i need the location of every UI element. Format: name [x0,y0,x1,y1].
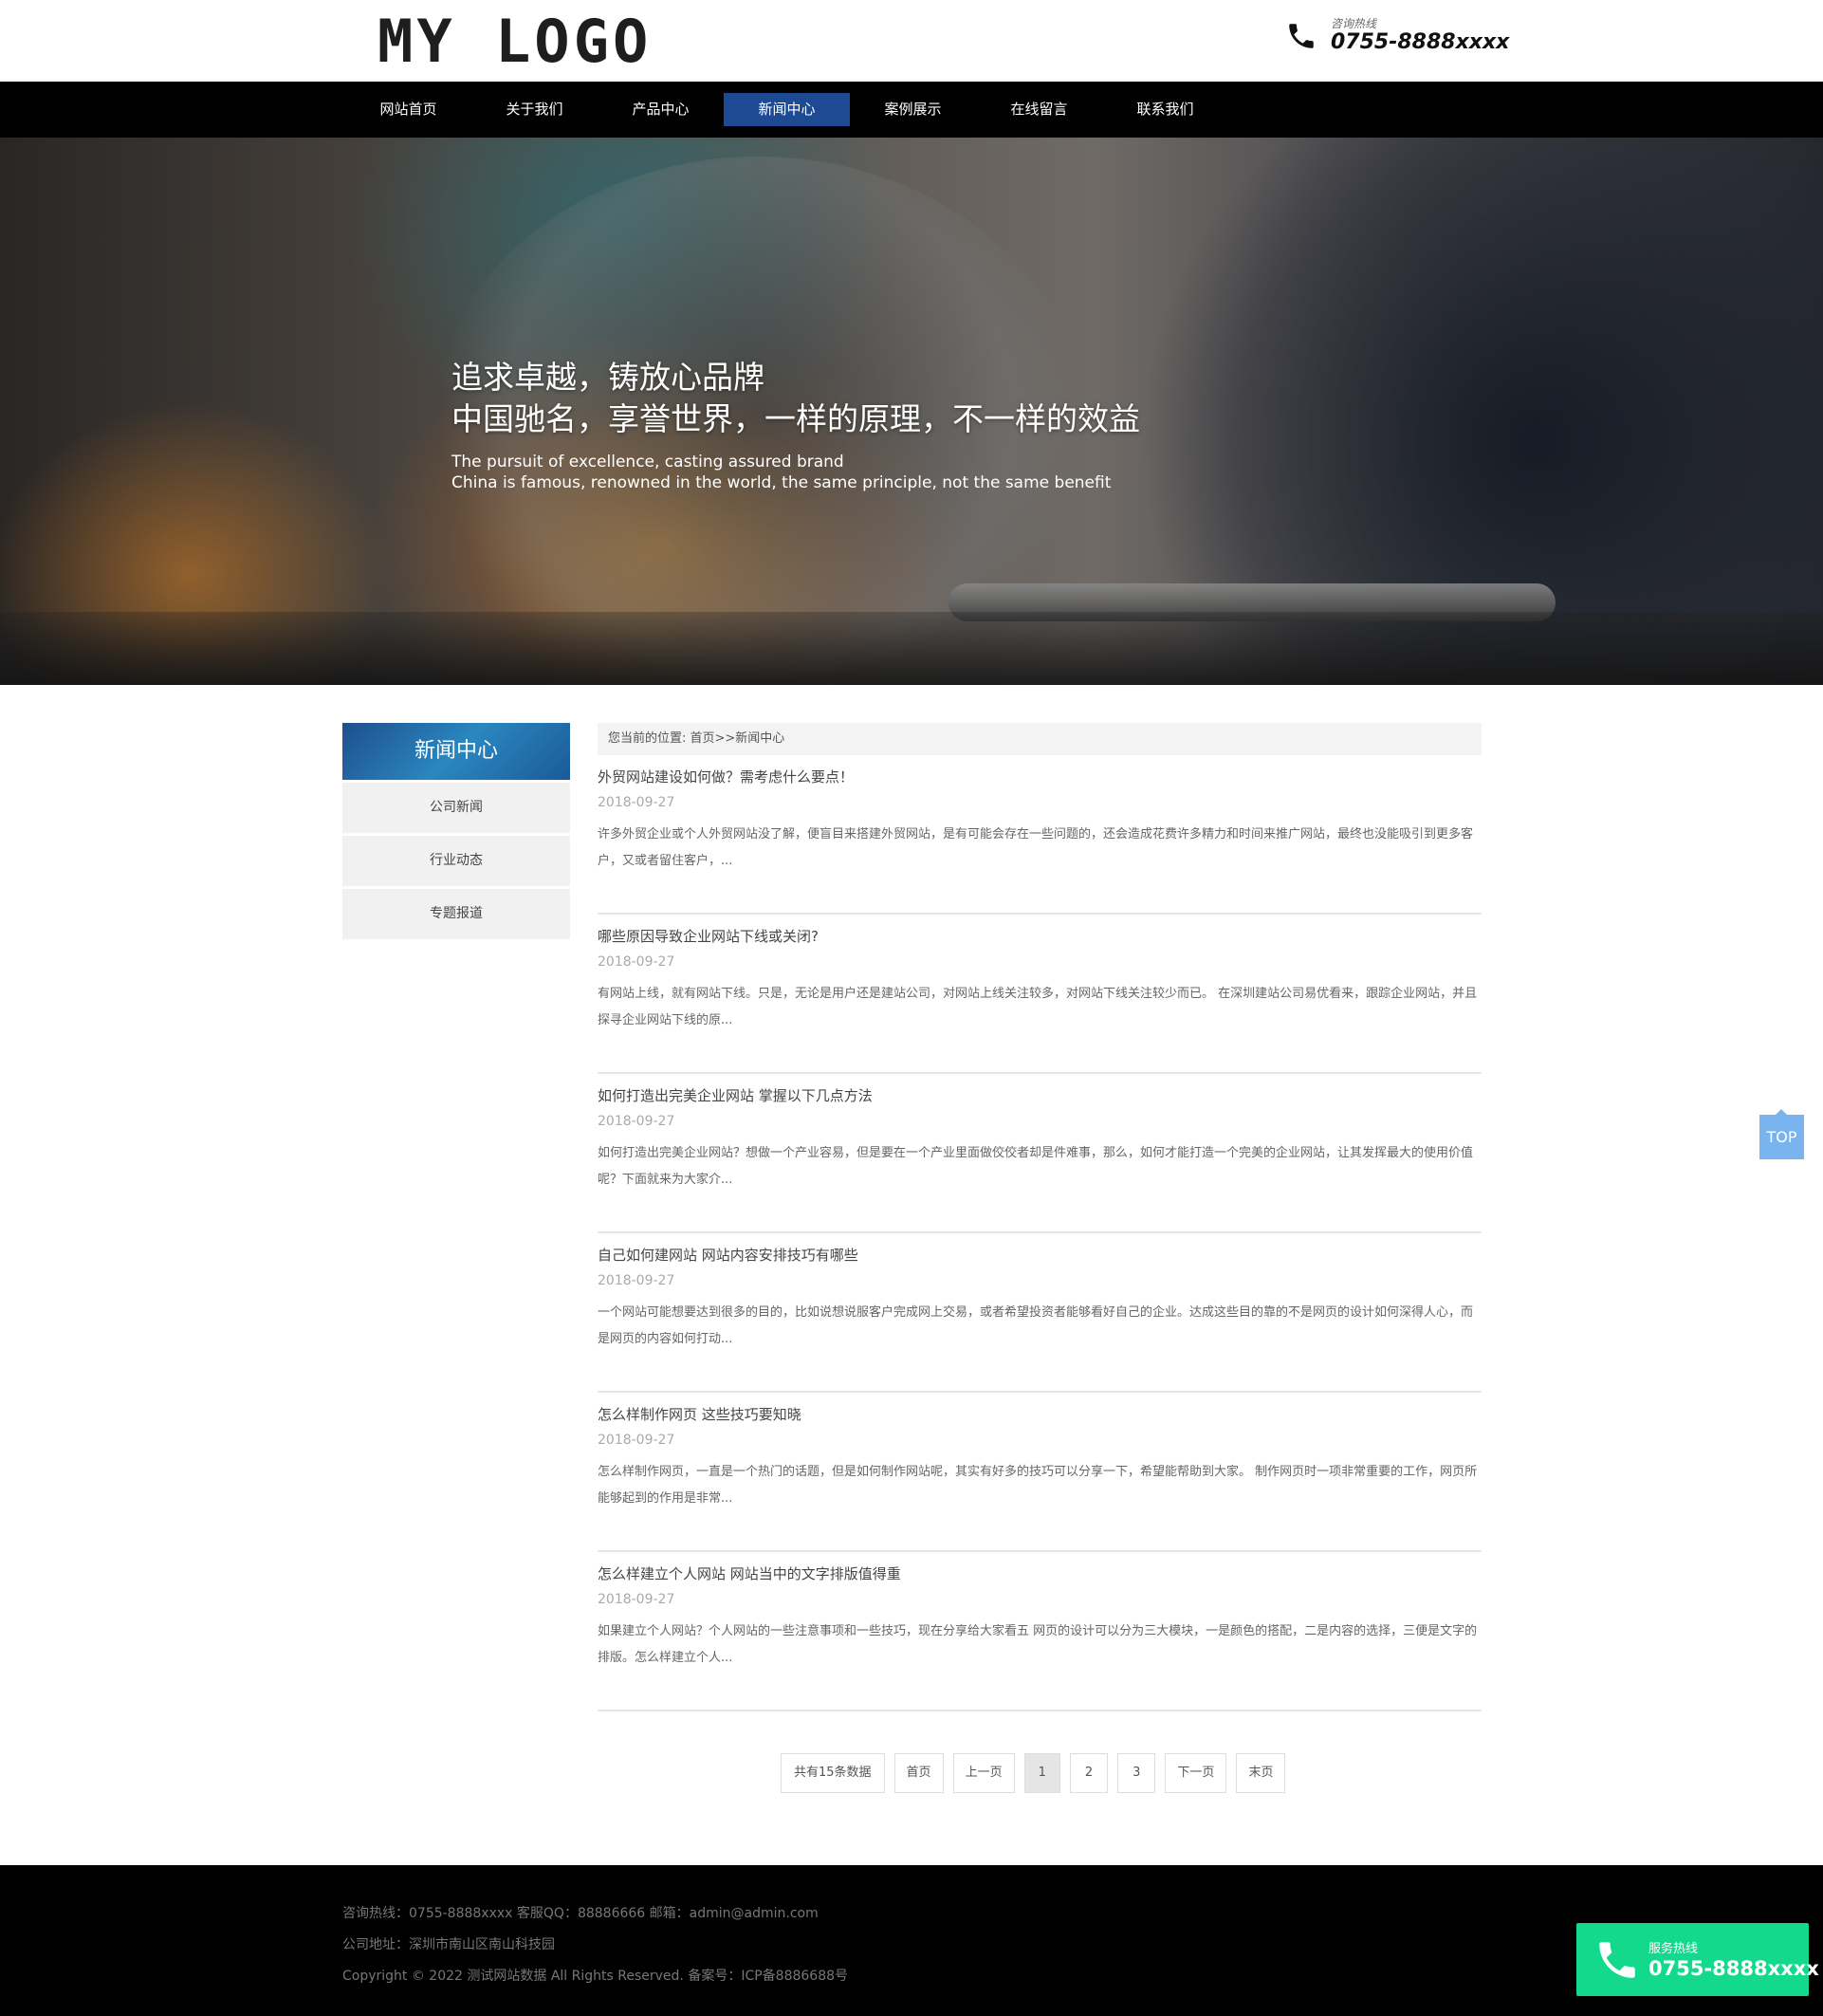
nav-item-home[interactable]: 网站首页 [345,93,471,126]
news-desc: 一个网站可能想要达到很多的目的，比如说想说服客户完成网上交易，或者希望投资者能够… [598,1305,1474,1346]
news-date: 2018-09-27 [598,1592,675,1607]
hero-banner: 追求卓越，铸放心品牌 中国驰名，享誉世界，一样的原理，不一样的效益 The pu… [0,138,1823,685]
sidebar-item-industry[interactable]: 行业动态 [342,836,570,886]
pager-page-3[interactable]: 3 [1117,1753,1156,1793]
news-item: 外贸网站建设如何做？需考虑什么要点！ 2018-09-27 许多外贸企业或个人外… [598,755,1482,915]
nav-item-news[interactable]: 新闻中心 [724,93,850,126]
news-title[interactable]: 哪些原因导致企业网站下线或关闭? [598,926,819,946]
news-desc: 如何打造出完美企业网站？想做一个产业容易，但是要在一个产业里面做佼佼者却是件难事… [598,1146,1474,1187]
news-item: 哪些原因导致企业网站下线或关闭? 2018-09-27 有网站上线，就有网站下线… [598,915,1482,1074]
phone-icon [1599,1942,1635,1978]
pager-next-button[interactable]: 下一页 [1165,1753,1227,1793]
footer-contact-line: 咨询热线：0755-8888xxxx 客服QQ：88886666 邮箱：admi… [342,1906,819,1921]
pagination: 共有15条数据 首页 上一页 1 2 3 下一页 末页 [781,1753,1295,1793]
news-date: 2018-09-27 [598,954,675,970]
pager-prev-button[interactable]: 上一页 [952,1753,1015,1793]
pager-page-1[interactable]: 1 [1023,1753,1060,1793]
footer: 咨询热线：0755-8888xxxx 客服QQ：88886666 邮箱：admi… [0,1865,1823,2016]
pager-last-button[interactable]: 末页 [1236,1753,1286,1793]
main-nav: 网站首页 关于我们 产品中心 新闻中心 案例展示 在线留言 联系我们 [0,82,1823,138]
arrow-up-icon [1776,1109,1787,1115]
sidebar-item-special[interactable]: 专题报道 [342,889,570,939]
back-to-top-label: TOP [1766,1128,1797,1146]
service-hotline-box[interactable]: 服务热线 0755-8888xxxx [1576,1923,1819,1996]
news-date: 2018-09-27 [598,795,675,810]
banner-bench [0,612,1823,685]
nav-item-cases[interactable]: 案例展示 [850,93,976,126]
sidebar: 新闻中心 公司新闻 行业动态 专题报道 [342,723,570,939]
nav-item-about[interactable]: 关于我们 [471,93,598,126]
news-desc: 有网站上线，就有网站下线。只是，无论是用户还是建站公司，对网站上线关注较多，对网… [598,987,1478,1027]
banner-headline-2: 中国驰名，享誉世界，一样的原理，不一样的效益 [451,400,1140,437]
news-title[interactable]: 自己如何建网站 网站内容安排技巧有哪些 [598,1245,858,1265]
news-date: 2018-09-27 [598,1273,675,1288]
header: MY LOGO 咨询热线 0755-8888xxxx [0,0,1823,82]
nav-item-contact[interactable]: 联系我们 [1102,93,1228,126]
breadcrumb: 您当前的位置: 首页>>新闻中心 [598,723,1482,755]
sidebar-title: 新闻中心 [342,723,570,780]
banner-subline-2: China is famous, renowned in the world, … [451,473,1112,492]
phone-icon [1289,24,1314,48]
news-item: 怎么样制作网页 这些技巧要知晓 2018-09-27 怎么样制作网页，一直是一个… [598,1393,1482,1552]
banner-subline-1: The pursuit of excellence, casting assur… [451,453,844,472]
news-date: 2018-09-27 [598,1433,675,1448]
service-label: 服务热线 [1648,1942,1699,1956]
nav-item-products[interactable]: 产品中心 [598,93,724,126]
news-desc: 怎么样制作网页，一直是一个热门的话题，但是如何制作网站呢，其实有好多的技巧可以分… [598,1465,1478,1506]
news-main: 您当前的位置: 首页>>新闻中心 外贸网站建设如何做？需考虑什么要点！ 2018… [598,723,1482,1711]
pager-first-button[interactable]: 首页 [893,1753,944,1793]
news-desc: 许多外贸企业或个人外贸网站没了解，便盲目来搭建外贸网站，是有可能会存在一些问题的… [598,827,1474,868]
site-logo[interactable]: MY LOGO [377,12,652,71]
hotline-number: 0755-8888xxxx [1331,30,1510,54]
news-item: 怎么样建立个人网站 网站当中的文字排版值得重 2018-09-27 如果建立个人… [598,1552,1482,1711]
footer-copyright-line: Copyright © 2022 测试网站数据 All Rights Reser… [342,1969,849,1984]
news-title[interactable]: 如何打造出完美企业网站 掌握以下几点方法 [598,1085,873,1105]
pager-page-2[interactable]: 2 [1069,1753,1109,1793]
news-list: 外贸网站建设如何做？需考虑什么要点！ 2018-09-27 许多外贸企业或个人外… [598,755,1482,1711]
banner-headline-1: 追求卓越，铸放心品牌 [451,359,764,396]
news-title[interactable]: 外贸网站建设如何做？需考虑什么要点！ [598,767,854,786]
footer-address-line: 公司地址：深圳市南山区南山科技园 [342,1937,555,1952]
news-item: 自己如何建网站 网站内容安排技巧有哪些 2018-09-27 一个网站可能想要达… [598,1233,1482,1393]
service-number: 0755-8888xxxx [1648,1957,1819,1980]
hotline-label: 咨询热线 [1331,17,1377,30]
pager-count: 共有15条数据 [781,1753,885,1793]
news-title[interactable]: 怎么样制作网页 这些技巧要知晓 [598,1404,801,1424]
back-to-top-button[interactable]: TOP [1759,1109,1804,1159]
news-title[interactable]: 怎么样建立个人网站 网站当中的文字排版值得重 [598,1563,901,1583]
news-item: 如何打造出完美企业网站 掌握以下几点方法 2018-09-27 如何打造出完美企… [598,1074,1482,1233]
nav-item-message[interactable]: 在线留言 [976,93,1102,126]
news-desc: 如果建立个人网站？个人网站的一些注意事项和一些技巧，现在分享给大家看五 网页的设… [598,1624,1478,1665]
sidebar-item-company-news[interactable]: 公司新闻 [342,783,570,833]
news-date: 2018-09-27 [598,1114,675,1129]
